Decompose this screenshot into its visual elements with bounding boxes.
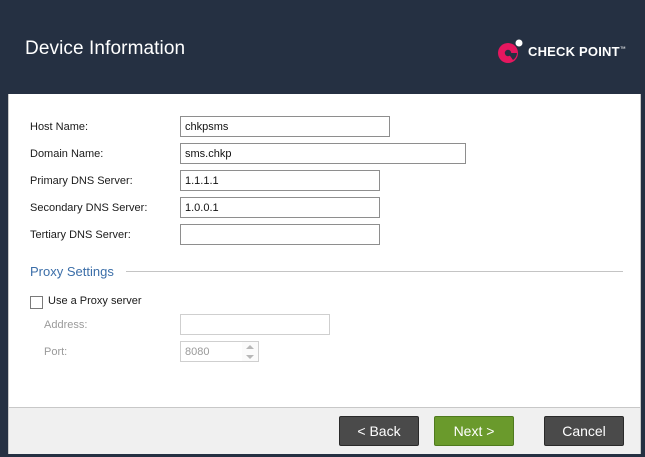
host-name-label: Host Name: [30,121,89,133]
page-title: Device Information [25,38,186,59]
proxy-address-input[interactable] [180,314,330,335]
check-point-logo-icon [496,38,523,64]
device-info-form: Host Name: Domain Name: Primary DNS Serv… [8,94,641,407]
wizard-header: Device Information CHECK POINT™ [6,6,642,94]
next-button[interactable]: Next > [434,416,514,446]
secondary-dns-label: Secondary DNS Server: [30,202,148,214]
secondary-dns-input[interactable] [180,197,380,218]
tertiary-dns-label: Tertiary DNS Server: [30,229,131,241]
logo-text: CHECK POINT [528,43,620,59]
port-decrement-button[interactable] [242,352,258,362]
use-proxy-label[interactable]: Use a Proxy server [48,295,142,307]
proxy-port-stepper[interactable] [242,341,259,362]
chevron-up-icon [246,345,254,349]
proxy-port-label: Port: [44,346,68,358]
port-increment-button[interactable] [242,342,258,352]
domain-name-label: Domain Name: [30,148,104,160]
host-name-input[interactable] [180,116,390,137]
chevron-down-icon [246,355,254,359]
wizard-footer: < Back Next > Cancel [8,407,641,454]
proxy-address-label: Address: [44,319,88,331]
primary-dns-input[interactable] [180,170,380,191]
back-button[interactable]: < Back [339,416,419,446]
domain-name-input[interactable] [180,143,466,164]
tertiary-dns-input[interactable] [180,224,380,245]
proxy-port-input[interactable] [180,341,243,362]
wizard-window: Device Information CHECK POINT™ Host Nam… [0,0,645,457]
proxy-settings-heading: Proxy Settings [30,264,114,279]
check-point-logo: CHECK POINT™ [496,36,626,66]
cancel-button[interactable]: Cancel [544,416,624,446]
primary-dns-label: Primary DNS Server: [30,175,133,187]
logo-trademark: ™ [619,46,626,53]
proxy-settings-divider [126,271,623,272]
use-proxy-checkbox[interactable] [30,296,43,309]
check-point-logo-text: CHECK POINT™ [528,44,626,59]
